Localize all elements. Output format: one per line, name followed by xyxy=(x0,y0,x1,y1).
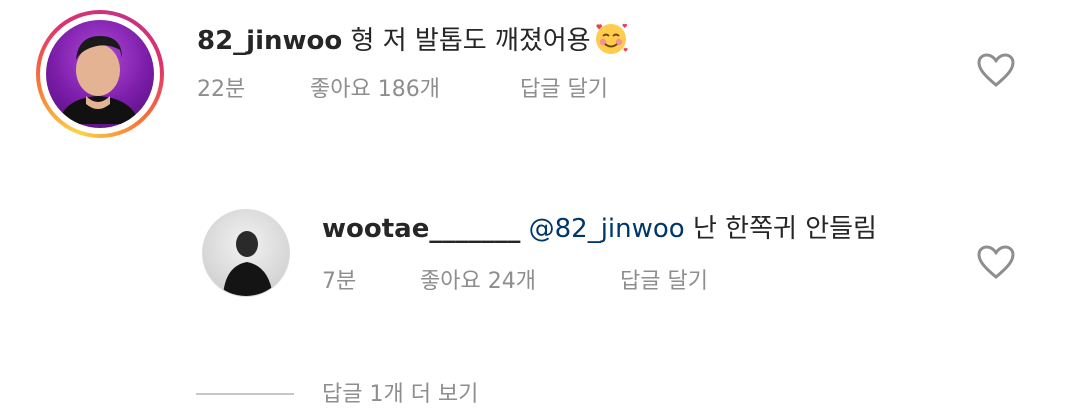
view-more-replies-button[interactable]: 답글 1개 더 보기 xyxy=(322,381,478,409)
reply-mention-link[interactable]: @82_jinwoo xyxy=(520,214,685,244)
reply-avatar[interactable] xyxy=(202,209,290,297)
reply-like-heart-icon[interactable] xyxy=(976,244,1016,280)
comment-reply-button[interactable]: 답글 달기 xyxy=(520,76,608,104)
reply-text: 난 한쪽귀 안들림 xyxy=(684,214,877,244)
reply-username[interactable]: wootae_______ xyxy=(322,214,520,244)
comment-username[interactable]: 82_jinwoo xyxy=(197,26,342,56)
comment-text: 형 저 발톱도 깨졌어용 xyxy=(342,26,591,56)
smiling-face-with-hearts-icon xyxy=(595,23,628,54)
avatar-ring-gap xyxy=(40,14,160,134)
avatar[interactable] xyxy=(46,20,154,128)
reply-line: wootae_______ @82_jinwoo 난 한쪽귀 안들림 xyxy=(322,213,877,245)
reply-like-count[interactable]: 좋아요 24개 xyxy=(420,268,536,296)
comment-like-heart-icon[interactable] xyxy=(976,52,1016,88)
reply-timestamp: 7분 xyxy=(322,269,357,294)
avatar-person-icon xyxy=(223,231,273,296)
comment-line: 82_jinwoo 형 저 발톱도 깨졌어용 xyxy=(197,20,629,57)
view-more-divider xyxy=(196,393,294,395)
avatar-person-icon xyxy=(58,36,140,124)
reply-item: wootae_______ @82_jinwoo 난 한쪽귀 안들림 7분 좋아… xyxy=(0,190,1080,320)
comment-like-count[interactable]: 좋아요 186개 xyxy=(310,76,440,104)
reply-reply-button[interactable]: 답글 달기 xyxy=(620,268,708,296)
comment-timestamp: 22분 xyxy=(197,77,246,102)
story-ring[interactable] xyxy=(36,10,164,138)
comment-item: 82_jinwoo 형 저 발톱도 깨졌어용 22분 좋아요 186개 답글 달… xyxy=(0,0,1080,170)
